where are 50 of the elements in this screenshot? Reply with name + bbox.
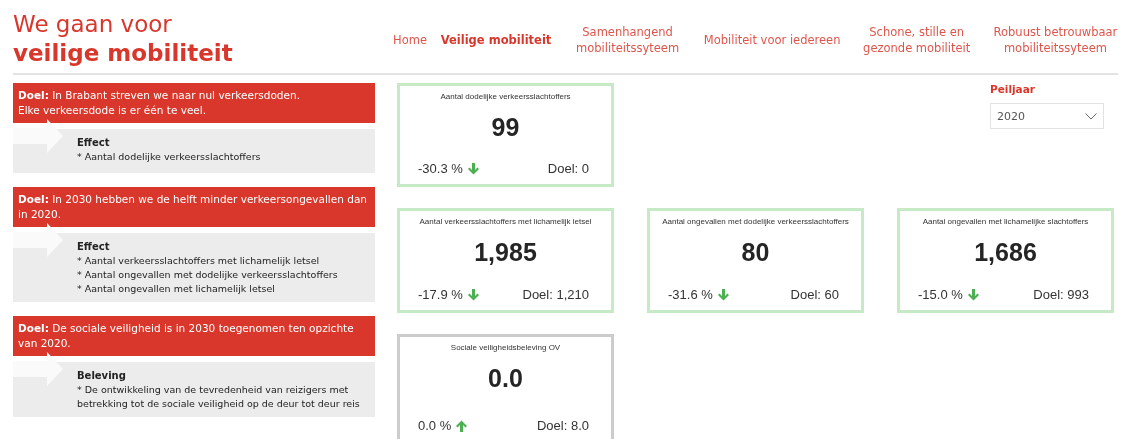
arrow-down-icon [467,288,479,301]
arrow-up-icon [456,419,468,432]
nav-link[interactable]: Samenhangend mobiliteitssyteem [565,24,691,56]
kpi-title: Aantal verkeersslachtoffers met lichamelijk letsel [419,217,592,226]
arrow-icon [13,119,63,153]
nav-link[interactable]: Robuust betrouwbaar mobiliteitssyteem [992,24,1118,56]
goal-heading: Effect [77,136,111,150]
kpi-value: 1,985 [474,238,537,267]
kpi-target: Doel: 0 [547,161,589,176]
chevron-down-icon [1085,112,1097,120]
nav-link[interactable]: Veilige mobiliteit [440,24,552,56]
goal-item: * Aantal verkeersslachtoffers met lichamelijk letsel [77,254,321,268]
nav-link[interactable]: Schone, stille en gezonde mobiliteit [854,24,980,56]
kpi-target: Doel: 8.0 [536,418,589,433]
kpi-value: 80 [741,238,770,267]
kpi-value: 1,686 [974,238,1037,267]
goal-item: * Aantal ongevallen met dodelijke verkeersslachtoffers [77,268,338,282]
kpi-title: Sociale veiligheidsbeleving OV [450,343,561,352]
kpi-title: Aantal ongevallen met lichamelijke slachtoffers [922,217,1089,226]
goal-item: * Aantal ongevallen met lichamelijk letsel [77,282,276,296]
kpi-target: Doel: 1,210 [522,287,589,302]
kpi-value: 0.0 [488,364,523,393]
nav-link[interactable]: Home [393,24,427,56]
goal-heading: Effect [77,240,111,254]
arrow-down-icon [717,288,729,301]
arrow-down-icon [467,162,479,175]
arrow-icon [13,223,63,257]
kpi-change: -31.6 % [668,287,729,302]
kpi-title: Aantal ongevallen met dodelijke verkeersslachtoffers [662,217,849,226]
arrow-icon [13,352,63,386]
kpi-change: -17.9 % [418,287,479,302]
goal-banner: Doel: De sociale veiligheid is in 2030 toegenomen ten opzichte van 2020. [13,316,375,356]
goal-item: * Aantal dodelijke verkeersslachtoffers [77,150,261,164]
goal-heading: Beleving [77,369,127,383]
arrow-down-icon [967,288,979,301]
kpi-change: -30.3 % [418,161,479,176]
goal-banner: Doel: In 2030 hebben we de helft minder verkeersongevallen dan in 2020. [13,187,375,227]
goal-banner: Doel: In Brabant streven we naar nul verkeersdoden. Elke verkeersdode is er één te veel. [13,83,375,123]
kpi-title: Aantal dodelijke verkeersslachtoffers [440,92,571,101]
kpi-change: 0.0 % [418,418,468,433]
year-dropdown[interactable]: 2020 [990,103,1104,129]
kpi-value: 99 [491,113,520,142]
goal-item: * De ontwikkeling van de tevredenheid van reizigers met betrekking tot de sociale veiligheid op de deur tot deur reis [77,383,361,411]
page-title: veilige mobiliteit [13,39,234,68]
nav-link[interactable]: Mobiliteit voor iedereen [703,24,841,56]
page-title: We gaan voor [13,10,173,39]
kpi-target: Doel: 60 [790,287,839,302]
kpi-change: -15.0 % [918,287,979,302]
filter-label: Peiljaar [990,83,1036,95]
kpi-target: Doel: 993 [1033,287,1089,302]
